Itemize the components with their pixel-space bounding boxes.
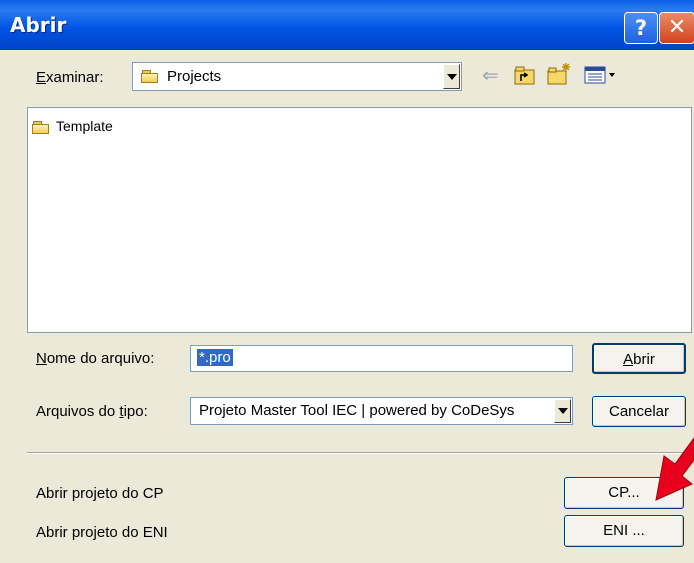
close-button[interactable]: ✕	[659, 12, 694, 44]
filetype-dropdown[interactable]: Projeto Master Tool IEC | powered by CoD…	[190, 397, 573, 425]
current-folder-text: Projects	[167, 68, 222, 85]
cancel-button[interactable]: Cancelar	[592, 396, 686, 427]
file-list[interactable]: Template	[27, 107, 692, 333]
new-folder-icon[interactable]	[547, 62, 573, 86]
lookin-dropdown[interactable]: Projects	[132, 62, 462, 91]
eni-button[interactable]: ENI ...	[564, 515, 684, 547]
chevron-down-icon	[557, 408, 568, 414]
open-button[interactable]: Abrir	[592, 343, 686, 374]
up-folder-icon[interactable]	[514, 66, 536, 86]
close-icon: ✕	[667, 15, 687, 40]
annotation-arrow-icon	[655, 437, 694, 501]
window-title: Abrir	[10, 13, 67, 37]
filename-label: Nome do arquivo:	[36, 350, 155, 367]
back-arrow-icon[interactable]: ⇐	[482, 63, 499, 88]
open-eni-label: Abrir projeto do ENI	[36, 524, 168, 541]
list-item-label: Template	[56, 118, 113, 134]
open-cp-label: Abrir projeto do CP	[36, 485, 164, 502]
filename-input[interactable]: *.pro	[190, 345, 573, 372]
view-menu-icon[interactable]	[584, 66, 620, 84]
folder-icon	[32, 121, 50, 134]
lookin-label: Examinar:	[36, 69, 104, 86]
help-icon: ?	[634, 16, 648, 40]
filetype-label: Arquivos do tipo:	[36, 403, 148, 420]
filetype-selected: Projeto Master Tool IEC | powered by CoD…	[199, 402, 515, 419]
chevron-down-icon	[446, 73, 457, 80]
title-bar[interactable]: Abrir ? ✕	[0, 0, 694, 50]
separator	[27, 452, 694, 454]
help-button[interactable]: ?	[624, 12, 658, 44]
lookin-dropdown-arrow[interactable]	[443, 64, 460, 89]
folder-icon	[141, 70, 159, 83]
filetype-dropdown-arrow[interactable]	[554, 399, 571, 423]
filename-value: *.pro	[197, 349, 233, 366]
